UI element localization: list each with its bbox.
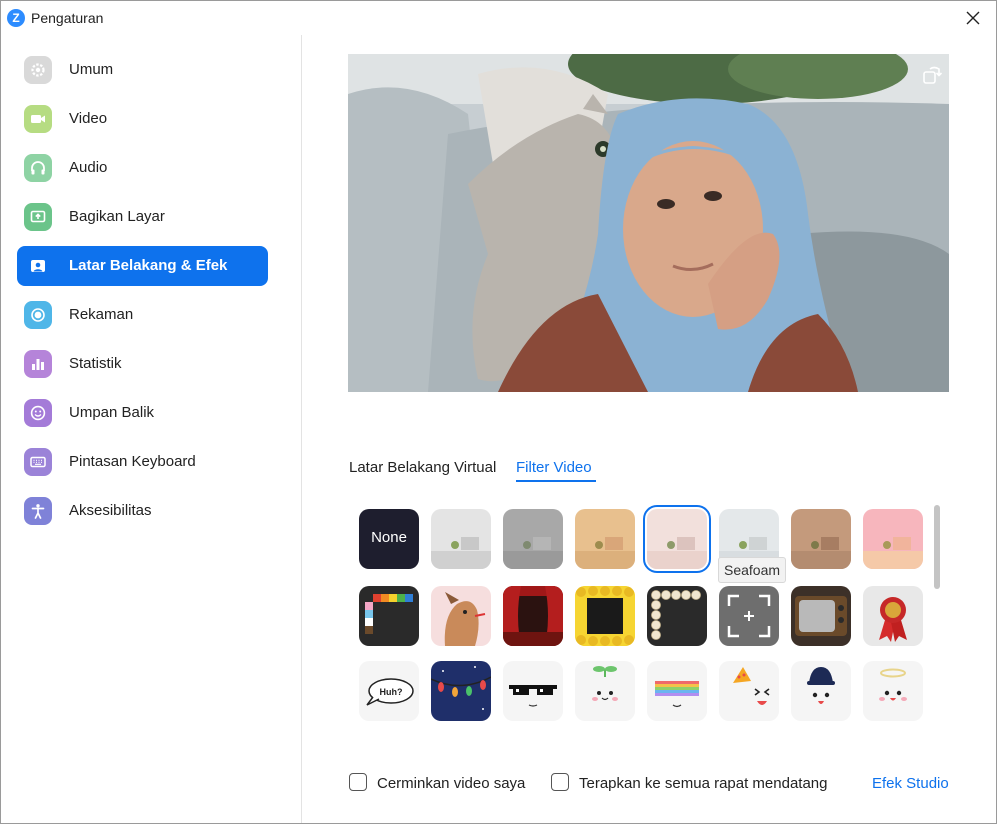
gear-icon: [24, 56, 52, 84]
sidebar-item-label: Audio: [69, 159, 108, 176]
filter-none-label: None: [371, 529, 407, 546]
filter-blush-room[interactable]: [643, 505, 711, 573]
svg-text:Huh?: Huh?: [380, 687, 403, 697]
sidebar-item-label: Rekaman: [69, 306, 134, 323]
filter-light-gray-room[interactable]: [431, 509, 491, 569]
sidebar-item-label: Latar Belakang & Efek: [69, 257, 228, 274]
tab-virtual-background[interactable]: Latar Belakang Virtual: [349, 459, 496, 476]
filter-rainbow-halo[interactable]: [647, 661, 707, 721]
filter-theater-curtain[interactable]: [503, 586, 563, 646]
background-icon: [24, 252, 52, 280]
tab-video-filter[interactable]: Filter Video: [516, 459, 592, 476]
filter-scrollbar-thumb[interactable]: [934, 505, 940, 589]
keyboard-icon: [24, 448, 52, 476]
filter-party-hat-face[interactable]: [719, 661, 779, 721]
sidebar-item-aksesibilitas[interactable]: Aksesibilitas: [17, 491, 268, 531]
sidebar-item-label: Aksesibilitas: [69, 502, 152, 519]
sidebar-item-video[interactable]: Video: [17, 99, 268, 139]
accessibility-icon: [24, 497, 52, 525]
sidebar-item-latar-belakang-efek[interactable]: Latar Belakang & Efek: [17, 246, 268, 286]
filter-zoom-cap-face[interactable]: [791, 661, 851, 721]
camera-preview-image: [348, 54, 949, 392]
sidebar-item-audio[interactable]: Audio: [17, 148, 268, 188]
filter-grid: None Huh?: [359, 505, 929, 729]
share-screen-icon: [24, 203, 52, 231]
headphones-icon: [24, 154, 52, 182]
filter-angel-halo-face[interactable]: [863, 661, 923, 721]
zoom-logo-icon: Z: [7, 9, 25, 27]
close-icon: [966, 11, 980, 25]
sidebar-item-label: Video: [69, 110, 108, 127]
filter-award-ribbon[interactable]: [863, 586, 923, 646]
sidebar-item-umum[interactable]: Umum: [17, 50, 268, 90]
filter-pearl-frame[interactable]: [647, 586, 707, 646]
title-bar: Z Pengaturan: [1, 1, 996, 35]
filter-brown-room[interactable]: [791, 509, 851, 569]
close-button[interactable]: [950, 1, 996, 35]
apply-all-meetings-checkbox[interactable]: [551, 773, 569, 791]
sidebar-item-label: Bagikan Layar: [69, 208, 165, 225]
filter-gray-room[interactable]: [503, 509, 563, 569]
feedback-smiley-icon: [24, 399, 52, 427]
studio-effects-link[interactable]: Efek Studio: [872, 775, 949, 792]
filter-pink-room[interactable]: [863, 509, 923, 569]
filter-dog-sticker[interactable]: [431, 586, 491, 646]
sidebar-item-statistik[interactable]: Statistik: [17, 344, 268, 384]
record-icon: [24, 301, 52, 329]
sidebar-item-label: Statistik: [69, 355, 122, 372]
sidebar-item-bagikan-layar[interactable]: Bagikan Layar: [17, 197, 268, 237]
filter-pixel-sunglasses[interactable]: [503, 661, 563, 721]
window-title: Pengaturan: [31, 10, 104, 26]
filter-retro-tv-frame[interactable]: [791, 586, 851, 646]
filter-sprout-face[interactable]: [575, 661, 635, 721]
statistics-icon: [24, 350, 52, 378]
video-camera-icon: [24, 105, 52, 133]
sidebar-item-rekaman[interactable]: Rekaman: [17, 295, 268, 335]
active-tab-indicator: [516, 480, 596, 482]
sidebar: Umum Video Audio Bagikan Layar Latar Bel…: [1, 35, 302, 823]
filter-scrollbar[interactable]: [932, 503, 942, 729]
mirror-video-label: Cerminkan video saya: [377, 775, 526, 792]
sidebar-item-label: Umpan Balik: [69, 404, 155, 421]
filter-none[interactable]: None: [359, 509, 419, 569]
sidebar-item-umpan-balik[interactable]: Umpan Balik: [17, 393, 268, 433]
filter-huh-speech-bubble[interactable]: Huh?: [359, 661, 419, 721]
filter-emoji-frame[interactable]: [575, 586, 635, 646]
mirror-video-checkbox[interactable]: [349, 773, 367, 791]
filter-beige-room[interactable]: [575, 509, 635, 569]
video-preview: [348, 54, 949, 392]
sidebar-item-label: Umum: [69, 61, 114, 78]
filter-camera-focus-frame[interactable]: [719, 586, 779, 646]
settings-window: Z Pengaturan Umum Video Audio Bagikan La…: [0, 0, 997, 824]
filter-string-lights[interactable]: [431, 661, 491, 721]
sidebar-item-pintasan-keyboard[interactable]: Pintasan Keyboard: [17, 442, 268, 482]
filter-rainbow-frame[interactable]: [359, 586, 419, 646]
filter-tooltip: Seafoam: [718, 557, 787, 583]
sidebar-item-label: Pintasan Keyboard: [69, 453, 196, 470]
apply-all-meetings-label: Terapkan ke semua rapat mendatang: [579, 775, 828, 792]
rotate-camera-icon[interactable]: [921, 64, 943, 86]
